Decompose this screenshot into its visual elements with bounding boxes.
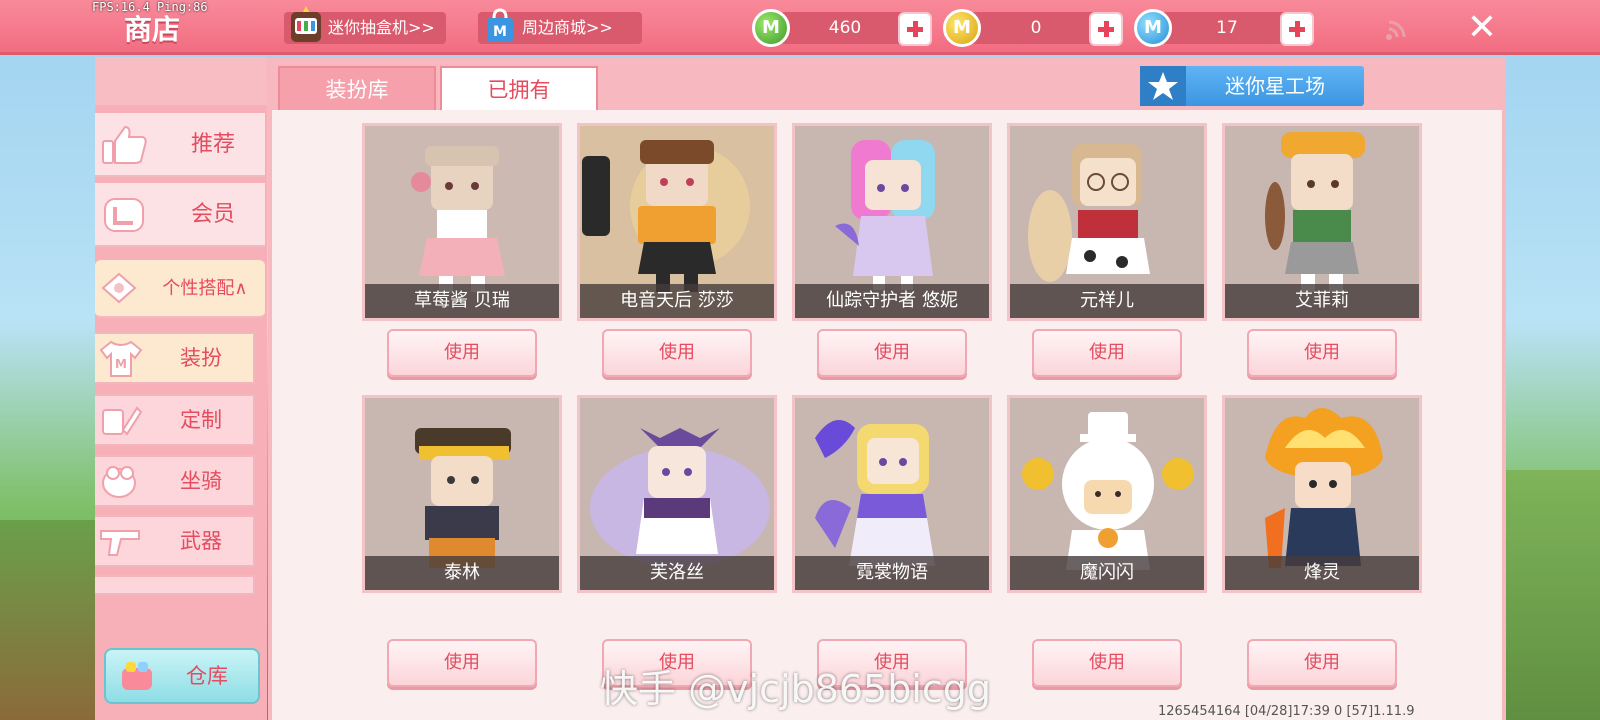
sidebar-item-recommend[interactable]: 推荐 bbox=[95, 113, 265, 177]
skin-card[interactable]: 仙踪守护者 悠妮 bbox=[792, 123, 992, 321]
warehouse-button[interactable]: 仓库 bbox=[104, 648, 260, 704]
background-block-left bbox=[0, 520, 95, 720]
skin-name: 草莓酱 贝瑞 bbox=[365, 284, 559, 318]
shop-title: 商店 bbox=[124, 13, 181, 46]
skin-name: 泰林 bbox=[365, 556, 559, 590]
skin-card[interactable]: 泰林 bbox=[362, 395, 562, 593]
footer-info: 1265454164 [04/28]17:39 0 [57]1.11.9 bbox=[1158, 704, 1415, 719]
sidebar-subitem-weapon[interactable]: 武器 bbox=[95, 515, 255, 567]
use-button[interactable]: 使用 bbox=[817, 329, 967, 377]
skin-name: 艾菲莉 bbox=[1225, 284, 1419, 318]
fashion-icon bbox=[101, 272, 137, 304]
merch-mall-link[interactable]: M 周边商城>> bbox=[478, 8, 642, 44]
use-button[interactable]: 使用 bbox=[1247, 329, 1397, 377]
warehouse-icon bbox=[122, 662, 152, 690]
svg-text:M: M bbox=[493, 24, 507, 40]
sidebar-item-label: 会员 bbox=[190, 202, 235, 227]
signal-icon bbox=[1386, 20, 1406, 40]
use-button[interactable]: 使用 bbox=[1247, 639, 1397, 687]
mini-workshop-button[interactable]: 迷你星工场 bbox=[1140, 66, 1364, 106]
sidebar-item-label: 推荐 bbox=[190, 132, 235, 157]
gold-coin-icon: M bbox=[943, 9, 981, 47]
skin-name: 芙洛丝 bbox=[580, 556, 774, 590]
skin-name: 烽灵 bbox=[1225, 556, 1419, 590]
sidebar-subitem-label: 装扮 bbox=[180, 346, 222, 370]
tab-skin-library[interactable]: 装扮库 bbox=[278, 66, 436, 112]
sidebar-subitem-label: 坐骑 bbox=[180, 469, 222, 493]
green-gem-icon: M bbox=[752, 9, 790, 47]
use-button[interactable]: 使用 bbox=[387, 639, 537, 687]
mini-workshop-label: 迷你星工场 bbox=[1225, 74, 1325, 98]
skin-card[interactable]: 艾菲莉 bbox=[1222, 123, 1422, 321]
sidebar-subitem-label: 武器 bbox=[180, 529, 222, 553]
add-green-currency-button[interactable] bbox=[898, 12, 932, 46]
vip-icon bbox=[104, 198, 144, 232]
sidebar-subitem-custom[interactable]: 定制 bbox=[95, 394, 255, 446]
gacha-machine-icon bbox=[291, 6, 321, 42]
skin-card[interactable]: 草莓酱 贝瑞 bbox=[362, 123, 562, 321]
sidebar-item-vip[interactable]: 会员 bbox=[95, 183, 265, 247]
sidebar-item-label: 个性搭配∧ bbox=[162, 278, 248, 299]
use-button[interactable]: 使用 bbox=[1032, 639, 1182, 687]
shopping-bag-icon: M bbox=[487, 8, 513, 42]
svg-text:M: M bbox=[115, 357, 127, 371]
skin-card[interactable]: 霓裳物语 bbox=[792, 395, 992, 593]
sidebar-subitem-partial bbox=[95, 575, 255, 595]
skin-name: 仙踪守护者 悠妮 bbox=[795, 284, 989, 318]
thumbs-up-icon bbox=[102, 125, 147, 164]
skin-name: 电音天后 莎莎 bbox=[580, 284, 774, 318]
skin-name: 元祥儿 bbox=[1010, 284, 1204, 318]
skin-card[interactable]: 芙洛丝 bbox=[577, 395, 777, 593]
mount-icon bbox=[102, 466, 136, 498]
sidebar-header bbox=[95, 57, 267, 105]
blue-coin-icon: M bbox=[1134, 9, 1172, 47]
add-gold-currency-button[interactable] bbox=[1089, 12, 1123, 46]
watermark: 快手 @vjcjb865bicgg bbox=[600, 667, 992, 711]
skin-card[interactable]: 元祥儿 bbox=[1007, 123, 1207, 321]
sidebar-subitem-mount[interactable]: 坐骑 bbox=[95, 455, 255, 507]
gun-icon bbox=[100, 530, 140, 556]
skin-name: 魔闪闪 bbox=[1010, 556, 1204, 590]
use-button[interactable]: 使用 bbox=[387, 329, 537, 377]
brush-icon bbox=[102, 406, 143, 436]
star-icon bbox=[1140, 66, 1186, 106]
background-block-right bbox=[1505, 470, 1600, 720]
close-icon[interactable]: ✕ bbox=[1462, 8, 1502, 48]
use-button[interactable]: 使用 bbox=[1032, 329, 1182, 377]
use-button[interactable]: 使用 bbox=[602, 329, 752, 377]
sidebar-item-fashion[interactable]: 个性搭配∧ bbox=[95, 260, 265, 318]
skin-card[interactable]: 魔闪闪 bbox=[1007, 395, 1207, 593]
gachabox-label: 迷你抽盒机>> bbox=[328, 18, 435, 37]
merch-mall-label: 周边商城>> bbox=[522, 18, 613, 37]
warehouse-label: 仓库 bbox=[186, 664, 228, 688]
gachabox-link[interactable]: 迷你抽盒机>> bbox=[284, 6, 446, 44]
sidebar-subitem-dress[interactable]: M 装扮 bbox=[95, 332, 255, 384]
add-blue-currency-button[interactable] bbox=[1280, 12, 1314, 46]
skin-card[interactable]: 烽灵 bbox=[1222, 395, 1422, 593]
skin-card[interactable]: 电音天后 莎莎 bbox=[577, 123, 777, 321]
skin-name: 霓裳物语 bbox=[795, 556, 989, 590]
tab-owned[interactable]: 已拥有 bbox=[440, 66, 598, 112]
shirt-icon: M bbox=[99, 340, 143, 377]
sidebar-subitem-label: 定制 bbox=[180, 408, 222, 432]
